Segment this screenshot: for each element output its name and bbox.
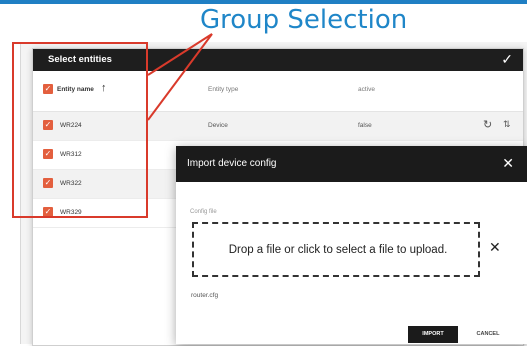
import-dialog-header: Import device config ✕ bbox=[176, 146, 527, 182]
cancel-button[interactable]: CANCEL bbox=[468, 326, 508, 343]
close-icon[interactable]: ✕ bbox=[502, 155, 514, 172]
selected-file-name: router.cfg bbox=[191, 292, 219, 299]
import-button[interactable]: IMPORT bbox=[408, 326, 458, 343]
import-dialog-title: Import device config bbox=[187, 158, 277, 169]
callout-line bbox=[147, 33, 213, 121]
import-config-dialog: Import device config ✕ Config file Drop … bbox=[176, 146, 527, 344]
config-file-label: Config file bbox=[190, 209, 217, 215]
file-dropzone[interactable]: Drop a file or click to select a file to… bbox=[192, 222, 480, 277]
dropzone-text: Drop a file or click to select a file to… bbox=[228, 244, 448, 256]
clear-file-icon[interactable]: ✕ bbox=[489, 239, 501, 256]
